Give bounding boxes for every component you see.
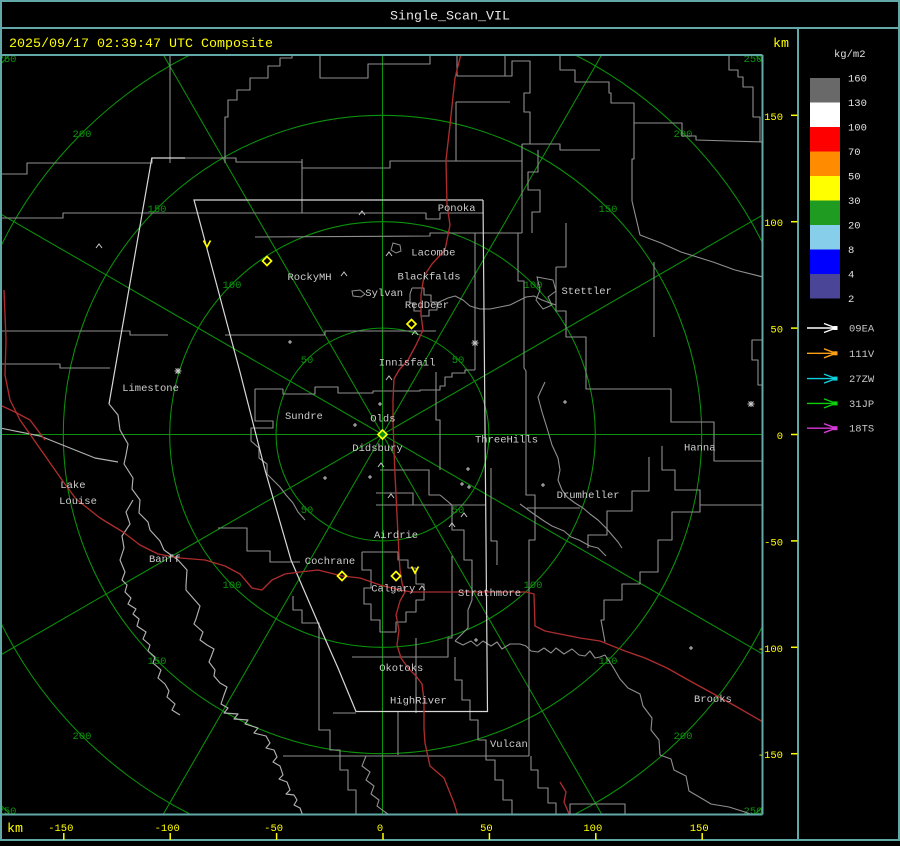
svg-text:30: 30 [848, 196, 861, 208]
svg-text:RedDeer: RedDeer [405, 300, 449, 312]
svg-text:20: 20 [848, 221, 861, 233]
svg-text:Sundre: Sundre [285, 411, 323, 423]
svg-text:km: km [7, 822, 23, 837]
svg-text:50: 50 [301, 505, 314, 517]
svg-text:Innisfail: Innisfail [379, 358, 436, 370]
svg-text:50: 50 [452, 355, 465, 367]
svg-text:150: 150 [148, 204, 167, 216]
svg-text:Vulcan: Vulcan [490, 739, 528, 751]
svg-text:200: 200 [674, 731, 693, 743]
svg-text:RockyMH: RockyMH [288, 272, 332, 284]
svg-text:-50: -50 [764, 537, 783, 549]
svg-text:Limestone: Limestone [122, 383, 179, 395]
svg-text:150: 150 [599, 656, 618, 668]
svg-text:Banff: Banff [149, 554, 181, 566]
svg-text:Blackfalds: Blackfalds [398, 272, 461, 284]
svg-text:50: 50 [848, 172, 861, 184]
svg-text:Strathmore: Strathmore [458, 588, 521, 600]
svg-text:0: 0 [777, 431, 783, 443]
svg-text:200: 200 [73, 129, 92, 141]
svg-text:130: 130 [848, 98, 867, 110]
svg-text:18TS: 18TS [849, 424, 874, 436]
svg-text:Louise: Louise [59, 496, 97, 508]
svg-text:Ponoka: Ponoka [438, 203, 476, 215]
svg-text:-100: -100 [758, 644, 783, 656]
svg-text:200: 200 [73, 731, 92, 743]
svg-text:31JP: 31JP [849, 399, 874, 411]
svg-text:Single_Scan_VIL: Single_Scan_VIL [390, 10, 510, 25]
svg-text:200: 200 [674, 129, 693, 141]
svg-text:50: 50 [301, 355, 314, 367]
svg-text:-100: -100 [155, 823, 180, 835]
svg-text:100: 100 [524, 580, 543, 592]
svg-text:km: km [773, 37, 789, 52]
svg-text:kg/m2: kg/m2 [834, 49, 866, 61]
svg-text:100: 100 [223, 280, 242, 292]
svg-text:100: 100 [583, 823, 602, 835]
svg-text:ThreeHills: ThreeHills [475, 434, 538, 446]
svg-text:09EA: 09EA [849, 324, 875, 336]
svg-text:Okotoks: Okotoks [379, 663, 423, 675]
svg-text:Didsbury: Didsbury [352, 443, 402, 455]
svg-text:HighRiver: HighRiver [390, 696, 447, 708]
svg-text:150: 150 [764, 112, 783, 124]
svg-text:Sylvan: Sylvan [365, 288, 403, 300]
svg-text:100: 100 [764, 218, 783, 230]
svg-text:0: 0 [377, 823, 383, 835]
svg-text:70: 70 [848, 147, 861, 159]
svg-text:-50: -50 [264, 823, 283, 835]
svg-text:8: 8 [848, 245, 854, 257]
svg-text:2025/09/17 02:39:47 UTC Compos: 2025/09/17 02:39:47 UTC Composite [9, 37, 273, 52]
svg-text:150: 150 [690, 823, 709, 835]
svg-text:100: 100 [848, 123, 867, 135]
svg-text:Drumheller: Drumheller [557, 490, 620, 502]
svg-text:Stettler: Stettler [562, 286, 612, 298]
svg-text:50: 50 [770, 325, 783, 337]
svg-text:111V: 111V [849, 349, 875, 361]
svg-text:100: 100 [223, 580, 242, 592]
svg-text:Brooks: Brooks [694, 694, 732, 706]
svg-text:4: 4 [848, 270, 854, 282]
svg-text:Lake: Lake [60, 480, 85, 492]
svg-text:27ZW: 27ZW [849, 374, 875, 386]
svg-text:Olds: Olds [370, 414, 395, 426]
svg-text:Calgary: Calgary [371, 584, 415, 596]
svg-text:Hanna: Hanna [684, 443, 716, 455]
svg-text:50: 50 [480, 823, 493, 835]
svg-text:Lacombe: Lacombe [411, 247, 455, 259]
svg-text:Airdrie: Airdrie [374, 530, 418, 542]
svg-text:-150: -150 [48, 823, 73, 835]
svg-text:Cochrane: Cochrane [305, 556, 355, 568]
svg-text:-150: -150 [758, 750, 783, 762]
svg-text:2: 2 [848, 294, 854, 306]
svg-text:150: 150 [599, 204, 618, 216]
svg-text:160: 160 [848, 74, 867, 86]
